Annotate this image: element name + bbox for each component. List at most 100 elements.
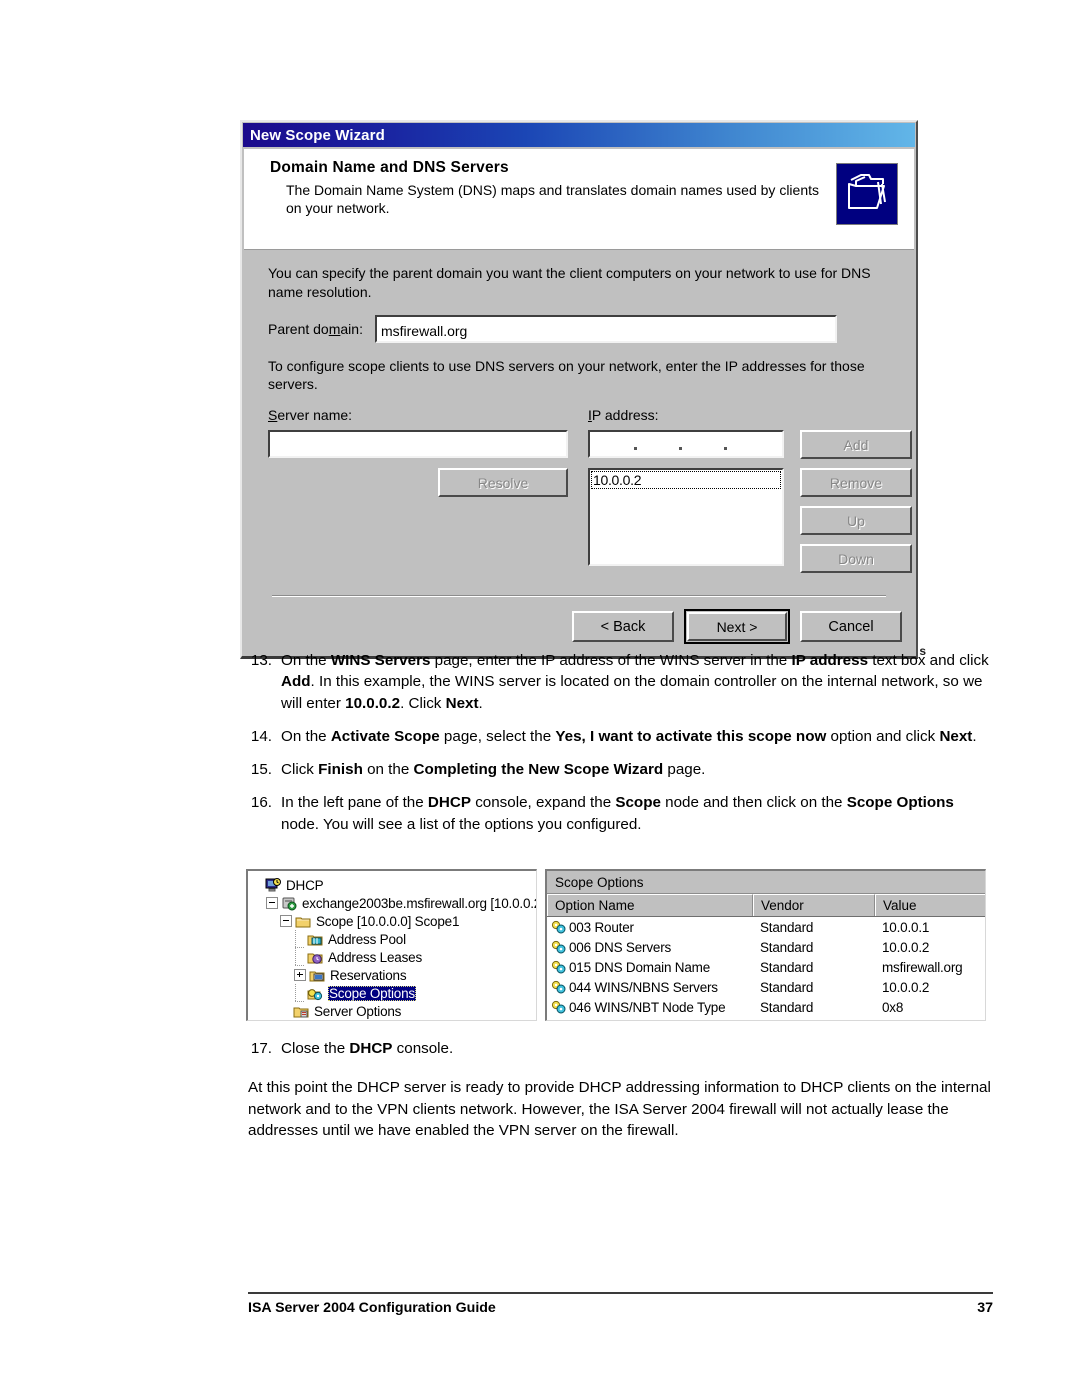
- cell-option-name: 015 DNS Domain Name: [547, 960, 753, 975]
- table-row[interactable]: 006 DNS Servers Standard 10.0.0.2: [547, 937, 985, 957]
- list-item-number: 17.: [250, 1040, 272, 1057]
- wizard-banner-text: Domain Name and DNS Servers The Domain N…: [244, 159, 836, 239]
- cell-option-name-text: 046 WINS/NBT Node Type: [569, 999, 726, 1015]
- tree-node-label: Scope Options: [328, 985, 416, 1001]
- server-name-input[interactable]: [268, 430, 568, 458]
- dhcp-tree-pane[interactable]: DHCP exchange2003be.msfirewall.org [10.0.…: [246, 869, 537, 1021]
- footer-title: ISA Server 2004 Configuration Guide: [248, 1300, 496, 1316]
- tree-node-address-leases[interactable]: Address Leases: [252, 948, 536, 966]
- tree-node-label: Reservations: [330, 967, 407, 983]
- list-item: 16. In the left pane of the DHCP console…: [248, 792, 993, 835]
- add-button[interactable]: Add: [800, 430, 912, 459]
- cell-value: 10.0.0.2: [882, 939, 930, 955]
- wizard-banner: Domain Name and DNS Servers The Domain N…: [244, 149, 914, 250]
- list-item-text: Click Finish on the Completing the New S…: [281, 761, 706, 779]
- cell-vendor: Standard: [760, 919, 814, 935]
- expand-icon[interactable]: [294, 969, 306, 981]
- list-item-number: 15.: [250, 761, 272, 779]
- cancel-button[interactable]: Cancel: [800, 611, 902, 642]
- parent-domain-input[interactable]: msfirewall.org: [374, 314, 837, 343]
- cell-option-name: 003 Router: [547, 920, 753, 935]
- scope-options-icon: [307, 986, 324, 1001]
- cell-vendor: Standard: [760, 959, 814, 975]
- back-button[interactable]: < Back: [572, 611, 674, 642]
- server-name-column: Server name: Resolve: [268, 407, 568, 573]
- list-item-number: 16.: [250, 794, 272, 812]
- down-button-label: Down: [838, 550, 874, 567]
- address-pool-icon: [307, 932, 324, 947]
- list-item: 13. On the WINS Servers page, enter the …: [248, 650, 993, 714]
- resolve-button-label: Resolve: [477, 474, 529, 491]
- tree-node-label: Scope [10.0.0.0] Scope1: [316, 913, 460, 929]
- table-row[interactable]: 046 WINS/NBT Node Type Standard 0x8: [547, 997, 985, 1017]
- wizard-body: You can specify the parent domain you wa…: [242, 250, 916, 597]
- list-item: 14. On the Activate Scope page, select t…: [248, 726, 993, 747]
- folder-open-icon: [295, 914, 312, 929]
- dns-servers-list[interactable]: 10.0.0.2: [588, 468, 784, 566]
- wizard-navigation-buttons: < Back Next > Cancel s: [242, 597, 926, 658]
- parent-domain-row: Parent domain: msfirewall.org: [268, 314, 890, 343]
- table-row[interactable]: 003 Router Standard 10.0.0.1: [547, 917, 985, 937]
- pane-divider[interactable]: [537, 869, 545, 1021]
- scope-option-icon: [551, 920, 569, 934]
- ip-address-label: IP address:: [588, 407, 659, 423]
- list-column-headers: Option Name Vendor Value: [547, 894, 985, 917]
- remove-button-label: Remove: [829, 474, 883, 491]
- collapse-icon[interactable]: [266, 897, 278, 909]
- list-item: 17. Close the DHCP console.: [248, 1038, 993, 1059]
- tree-node-dhcp[interactable]: DHCP: [252, 876, 536, 894]
- list-item-text: On the WINS Servers page, enter the IP a…: [281, 652, 989, 712]
- cell-option-name-text: 015 DNS Domain Name: [569, 959, 711, 975]
- dns-intro-paragraph: To configure scope clients to use DNS se…: [268, 357, 865, 393]
- next-button[interactable]: Next >: [687, 612, 787, 641]
- tree-node-scope-10-0-0-0-scope1[interactable]: Scope [10.0.0.0] Scope1: [252, 912, 536, 930]
- dns-list-actions: Add Remove Up Down: [800, 407, 912, 573]
- address-leases-icon: [307, 950, 324, 965]
- down-button[interactable]: Down: [800, 544, 912, 573]
- list-item: 15. Click Finish on the Completing the N…: [248, 759, 993, 780]
- wizard-banner-heading: Domain Name and DNS Servers: [270, 159, 509, 176]
- tree-node-label: Address Pool: [328, 931, 406, 947]
- column-header-vendor[interactable]: Vendor: [753, 894, 875, 916]
- dhcp-list-pane[interactable]: Scope Options Option Name Vendor Value 0…: [545, 869, 986, 1021]
- tree-node-address-pool[interactable]: Address Pool: [252, 930, 536, 948]
- list-item[interactable]: 10.0.0.2: [591, 471, 781, 489]
- table-row[interactable]: 044 WINS/NBNS Servers Standard 10.0.0.2: [547, 977, 985, 997]
- cell-value: msfirewall.org: [882, 959, 963, 975]
- list-item-number: 13.: [250, 652, 272, 669]
- column-header-option-name[interactable]: Option Name: [547, 894, 753, 916]
- list-rows: 003 Router Standard 10.0.0.1 006 DNS Server…: [547, 917, 985, 1017]
- cell-value: 0x8: [882, 999, 904, 1015]
- instruction-list-upper: 13. On the WINS Servers page, enter the …: [248, 650, 993, 847]
- back-button-label: < Back: [600, 618, 646, 635]
- footer-divider: [248, 1292, 993, 1294]
- list-pane-title: Scope Options: [547, 871, 985, 894]
- tree-node-scope-options[interactable]: Scope Options: [252, 984, 536, 1002]
- parent-domain-label: Parent domain:: [268, 320, 363, 337]
- tree-node-exchange2003be-msfirewall-org-10-0-0-2[interactable]: exchange2003be.msfirewall.org [10.0.0.2]: [252, 894, 536, 912]
- cell-option-name: 006 DNS Servers: [547, 940, 753, 955]
- collapse-icon[interactable]: [280, 915, 292, 927]
- dhcp-console-screenshot: DHCP exchange2003be.msfirewall.org [10.0.…: [246, 869, 986, 1021]
- cell-value: 10.0.0.2: [882, 979, 930, 995]
- ip-address-input[interactable]: [588, 430, 784, 458]
- table-row[interactable]: 015 DNS Domain Name Standard msfirewall.or…: [547, 957, 985, 977]
- column-header-value[interactable]: Value: [875, 894, 985, 916]
- intro-paragraph: You can specify the parent domain you wa…: [268, 265, 871, 300]
- tree-node-label: Address Leases: [328, 949, 423, 965]
- list-item-number: 14.: [250, 727, 272, 745]
- up-button[interactable]: Up: [800, 506, 912, 535]
- cell-vendor: Standard: [760, 979, 814, 995]
- list-item-text: On the Activate Scope page, select the Y…: [281, 727, 977, 745]
- tree-node-server-options[interactable]: Server Options: [252, 1002, 536, 1020]
- scope-option-icon: [551, 940, 569, 954]
- remove-button[interactable]: Remove: [800, 468, 912, 497]
- dhcp-server-icon: [265, 877, 282, 893]
- resolve-button[interactable]: Resolve: [438, 468, 568, 497]
- tree-node-reservations[interactable]: Reservations: [252, 966, 536, 984]
- page-number: 37: [977, 1300, 993, 1316]
- scope-option-icon: [551, 1000, 569, 1014]
- list-item-text: Close the DHCP console.: [281, 1040, 454, 1057]
- wizard-banner-description: The Domain Name System (DNS) maps and tr…: [286, 182, 819, 217]
